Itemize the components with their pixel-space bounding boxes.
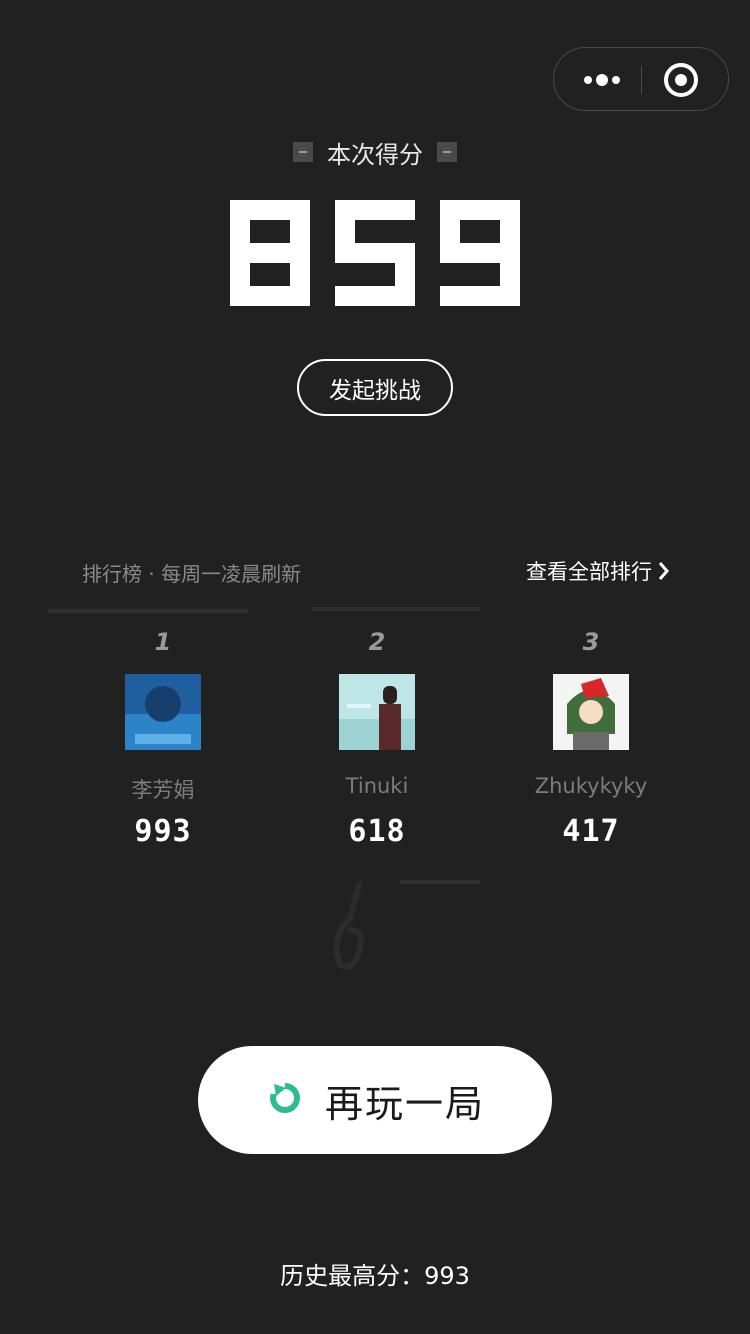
leaderboard-item[interactable]: 2 Tinuki 618 [302,622,452,849]
rank-number: 3 [582,628,600,656]
history-best-score: 历史最高分：993 [280,1262,470,1290]
refresh-icon [265,1078,305,1122]
replay-label: 再玩一局 [324,1081,485,1126]
background-decoration [400,880,480,884]
challenge-button[interactable]: 发起挑战 [297,359,453,416]
player-score: 417 [562,814,620,849]
score-label-row: 本次得分 [0,132,750,172]
current-score [230,200,520,306]
chevron-right-icon [658,561,670,581]
player-name: 李芳娟 [131,778,195,802]
score-digit [335,200,415,306]
score-label: 本次得分 [327,140,423,169]
leaderboard-title: 排行榜 · 每周一凌晨刷新 [82,562,302,586]
background-decoration [333,881,364,970]
player-name: Tinuki [345,774,409,798]
capsule-divider [641,66,642,94]
background-decoration [48,609,248,613]
background-decoration [312,607,480,611]
avatar [339,674,415,750]
score-digit [440,200,520,306]
player-score: 993 [134,814,192,849]
avatar [553,674,629,750]
square-decoration-icon [437,142,457,162]
view-all-label: 查看全部排行 [526,560,652,584]
replay-button[interactable]: 再玩一局 [198,1046,552,1154]
mini-program-capsule [553,47,729,111]
score-digit [230,200,310,306]
leaderboard-item[interactable]: 1 李芳娟 993 [88,622,238,849]
more-dots-icon[interactable] [576,64,628,96]
player-name: Zhukykyky [534,774,648,798]
player-score: 618 [348,814,406,849]
leaderboard-list: 1 李芳娟 993 2 Tinuki 618 3 Zhukykyky 417 [55,622,695,862]
rank-number: 2 [368,628,386,656]
square-decoration-icon [293,142,313,162]
leaderboard-item[interactable]: 3 Zhukykyky 417 [516,622,666,849]
avatar [125,674,201,750]
view-all-ranking-link[interactable]: 查看全部排行 [526,556,670,586]
target-close-icon[interactable] [662,61,700,99]
rank-number: 1 [154,628,172,656]
